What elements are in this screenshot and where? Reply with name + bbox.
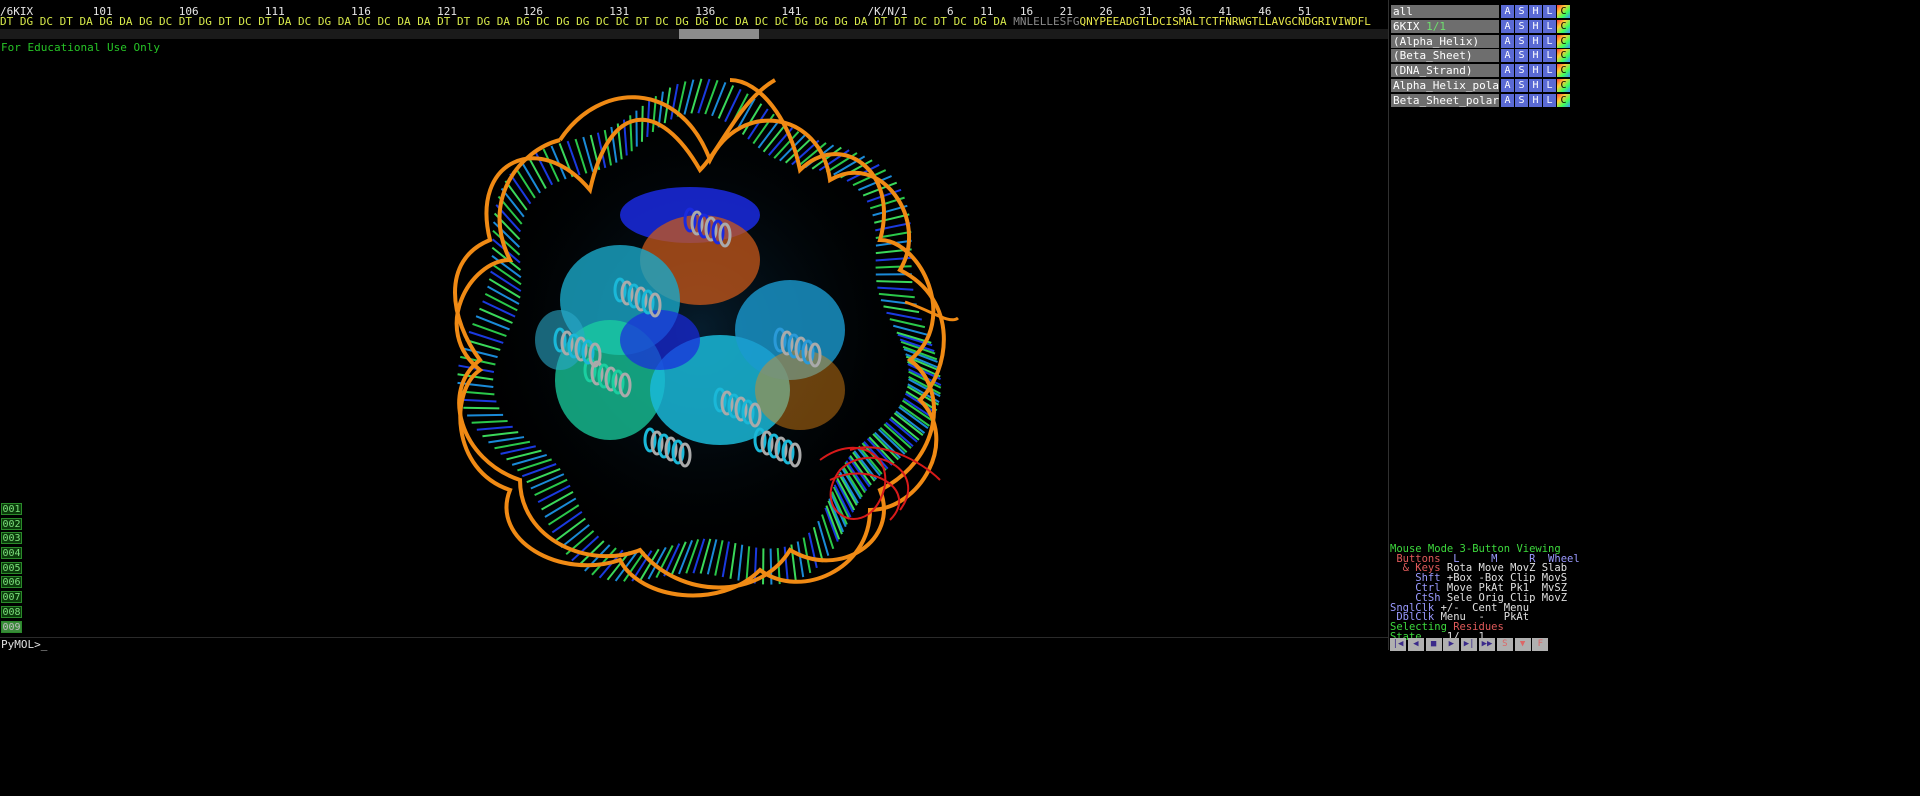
object-name[interactable]: (DNA_Strand) (1391, 64, 1499, 78)
object-row[interactable]: (Beta_Sheet) A S H L C (1391, 49, 1570, 63)
object-name-label: 6KIX (1393, 19, 1420, 33)
object-h-button[interactable]: H (1529, 49, 1542, 63)
object-l-button[interactable]: L (1543, 64, 1556, 78)
object-c-button[interactable]: C (1557, 64, 1570, 78)
object-name-label: (Beta_Sheet) (1393, 49, 1473, 63)
object-a-button[interactable]: A (1501, 5, 1514, 18)
movie-control-button[interactable]: ■ (1425, 638, 1442, 651)
object-l-button[interactable]: L (1543, 5, 1556, 18)
scene-button-009[interactable]: 009 (1, 620, 22, 633)
scene-button-006[interactable]: 006 (1, 576, 22, 589)
scene-button-005[interactable]: 005 (1, 561, 22, 574)
object-name[interactable]: 6KIX 1/1 (1391, 19, 1499, 33)
object-a-button[interactable]: A (1501, 64, 1514, 78)
object-h-button[interactable]: H (1529, 64, 1542, 78)
object-s-button[interactable]: S (1515, 34, 1528, 48)
object-c-button[interactable]: C (1557, 79, 1570, 92)
object-l-button[interactable]: L (1543, 93, 1556, 107)
watermark-text: For Educational Use Only (1, 41, 160, 54)
object-a-button[interactable]: A (1501, 93, 1514, 107)
scene-button-003[interactable]: 003 (1, 532, 22, 545)
base-pair (769, 548, 773, 585)
scene-button-007[interactable]: 007 (1, 591, 22, 604)
object-name-label: (DNA_Strand) (1393, 64, 1473, 78)
movie-control-button[interactable]: S (1496, 638, 1513, 651)
base-pair (640, 105, 644, 142)
object-row[interactable]: 6KIX 1/1 A S H L C (1391, 19, 1570, 33)
object-row[interactable]: Alpha_Helix_pola A S H L C (1391, 79, 1570, 92)
movie-control-button[interactable]: ▶▶ (1478, 638, 1495, 651)
object-h-button[interactable]: H (1529, 93, 1542, 107)
base-pair (463, 406, 500, 410)
object-name[interactable]: (Beta_Sheet) (1391, 49, 1499, 63)
object-h-button[interactable]: H (1529, 5, 1542, 18)
scene-button-002[interactable]: 002 (1, 517, 22, 530)
sequence-scrollbar-thumb[interactable] (679, 29, 759, 39)
scene-button-008[interactable]: 008 (1, 605, 22, 618)
movie-control-button[interactable]: |◀ (1390, 638, 1406, 651)
object-name[interactable]: all (1391, 5, 1499, 18)
mouse-mode-legend[interactable]: Mouse Mode 3-Button Viewing Buttons L M … (1390, 535, 1580, 653)
command-line[interactable]: PyMOL>_ (0, 637, 1388, 651)
object-a-button[interactable]: A (1501, 79, 1514, 92)
object-s-button[interactable]: S (1515, 49, 1528, 63)
object-name-label: all (1393, 5, 1413, 18)
object-c-button[interactable]: C (1557, 49, 1570, 63)
scene-buttons[interactable]: 001 002 003 004 005 006 007 008 009 (1, 503, 23, 635)
object-row[interactable]: (Alpha_Helix) A S H L C (1391, 34, 1570, 48)
object-name[interactable]: Alpha_Helix_pola (1391, 79, 1499, 92)
object-name[interactable]: (Alpha_Helix) (1391, 34, 1499, 48)
object-l-button[interactable]: L (1543, 19, 1556, 33)
object-name-label: (Alpha_Helix) (1393, 34, 1480, 48)
object-h-button[interactable]: H (1529, 19, 1542, 33)
object-c-button[interactable]: C (1557, 19, 1570, 33)
sequence-residues[interactable]: DT DG DC DT DA DG DA DG DC DT DG DT DC D… (0, 16, 1371, 28)
molecule-viewport[interactable] (0, 40, 1388, 636)
object-l-button[interactable]: L (1543, 49, 1556, 63)
object-row[interactable]: (DNA_Strand) A S H L C (1391, 64, 1570, 78)
object-h-button[interactable]: H (1529, 79, 1542, 92)
object-c-button[interactable]: C (1557, 5, 1570, 18)
object-s-button[interactable]: S (1515, 93, 1528, 107)
object-s-button[interactable]: S (1515, 19, 1528, 33)
object-name[interactable]: Beta_Sheet_polar (1391, 93, 1499, 107)
base-pair (876, 280, 913, 284)
base-pair (467, 413, 504, 417)
dna-residues[interactable]: DT DG DC DT DA DG DA DG DC DT DG DT DC D… (0, 15, 1007, 28)
object-state-count: 1/1 (1419, 19, 1446, 33)
object-c-button[interactable]: C (1557, 93, 1570, 107)
object-c-button[interactable]: C (1557, 34, 1570, 48)
object-a-button[interactable]: A (1501, 19, 1514, 33)
sequence-viewer[interactable]: /6KIX 101 106 111 116 121 126 131 136 14… (0, 0, 1388, 40)
movie-control-button[interactable]: ◀ (1407, 638, 1424, 651)
scene-button-004[interactable]: 004 (1, 547, 22, 560)
scene-button-001[interactable]: 001 (1, 503, 22, 515)
movie-control-button[interactable]: ▶ (1443, 638, 1460, 651)
object-s-button[interactable]: S (1515, 79, 1528, 92)
object-s-button[interactable]: S (1515, 5, 1528, 18)
object-row[interactable]: all A S H L C (1391, 5, 1570, 18)
movie-controls[interactable]: |◀ ◀ ■ ▶ ▶| ▶▶ S ▼ F (1390, 636, 1568, 651)
base-pair (875, 265, 912, 269)
object-a-button[interactable]: A (1501, 49, 1514, 63)
protein-residues[interactable]: QNYPEEADGTLDCISMALTCTFNRWGTLLAVGCNDGRIVI… (1080, 15, 1371, 28)
nucleosome-structure[interactable] (0, 40, 1388, 636)
object-name-label: Beta_Sheet_polar (1393, 93, 1499, 107)
object-l-button[interactable]: L (1543, 79, 1556, 92)
movie-control-button[interactable]: ▶| (1461, 638, 1478, 651)
object-a-button[interactable]: A (1501, 34, 1514, 48)
object-l-button[interactable]: L (1543, 34, 1556, 48)
object-s-button[interactable]: S (1515, 64, 1528, 78)
protein-residues-unselected[interactable]: MNLELLESFG (1013, 15, 1079, 28)
movie-control-button[interactable]: F (1532, 638, 1549, 651)
movie-control-button[interactable]: ▼ (1514, 638, 1531, 651)
sequence-scrollbar[interactable] (0, 29, 1388, 39)
object-row[interactable]: Beta_Sheet_polar A S H L C (1391, 93, 1570, 107)
object-h-button[interactable]: H (1529, 34, 1542, 48)
object-name-label: Alpha_Helix_pola (1393, 79, 1499, 92)
